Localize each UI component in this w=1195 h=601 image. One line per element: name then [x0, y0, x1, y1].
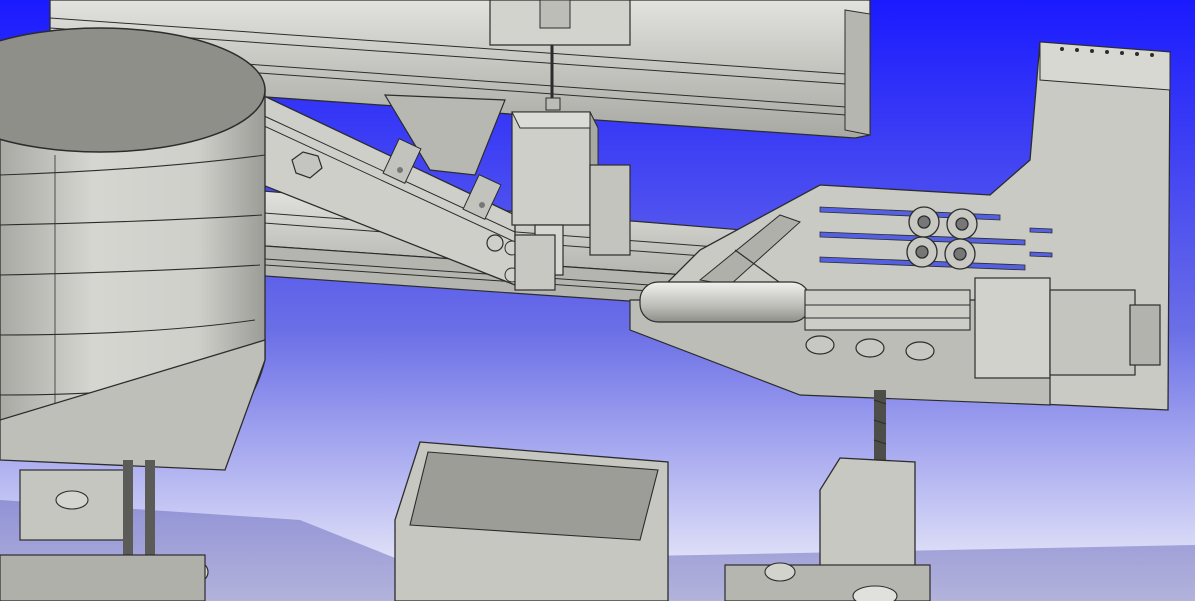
cad-viewport[interactable]	[0, 0, 1195, 601]
syringe-barrel	[639, 281, 811, 323]
lead-screw-vertical	[873, 390, 887, 470]
open-container-tray	[394, 441, 669, 601]
cad-scene[interactable]	[0, 0, 1195, 601]
